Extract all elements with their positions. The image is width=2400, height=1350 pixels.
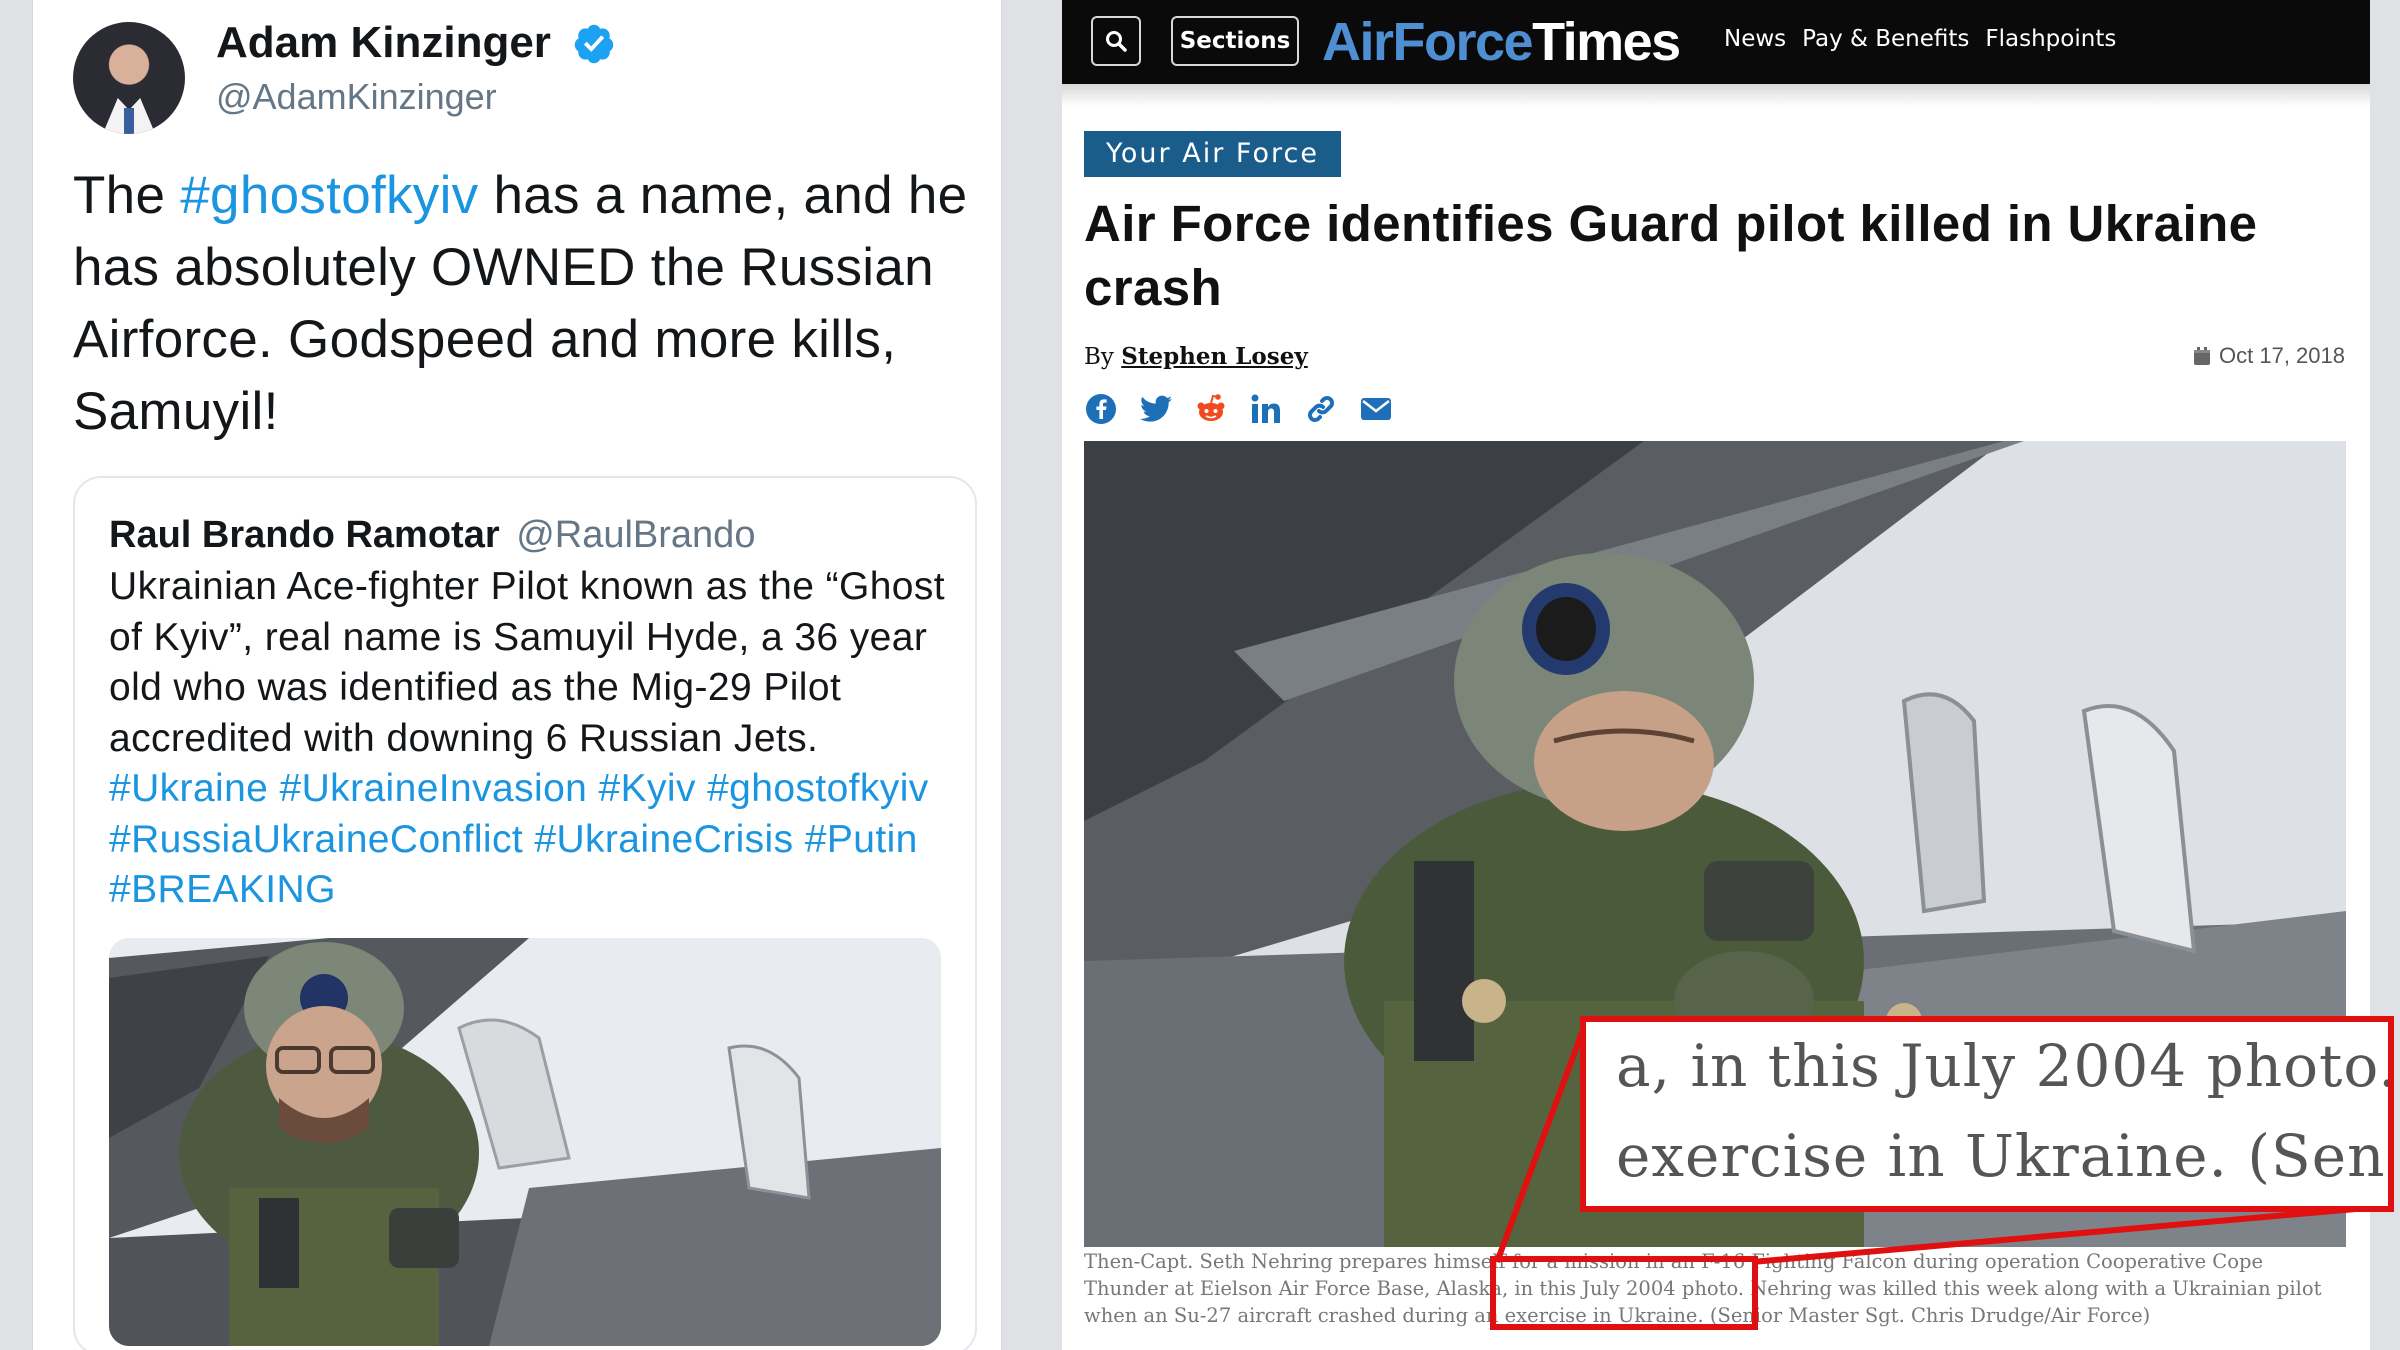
byline: By Stephen Losey [1084, 343, 1308, 370]
avatar[interactable] [73, 22, 185, 134]
quoted-tweet-text: Ukrainian Ace-fighter Pilot known as the… [109, 565, 946, 911]
article-headline: Air Force identifies Guard pilot killed … [1084, 195, 2258, 316]
tweet-text: The #ghostofkyiv has a name, and he has … [73, 166, 968, 441]
share-bar [1084, 392, 1393, 426]
nav-news[interactable]: News [1724, 26, 1786, 52]
quoted-tweet-card[interactable]: Raul Brando Ramotar @RaulBrando Ukrainia… [73, 476, 977, 1350]
nav-pay-benefits[interactable]: Pay & Benefits [1802, 26, 1969, 52]
email-share-icon[interactable] [1359, 392, 1393, 426]
reddit-share-icon[interactable] [1194, 392, 1228, 426]
byline-author-link[interactable]: Stephen Losey [1121, 343, 1308, 370]
facebook-share-icon[interactable] [1084, 392, 1118, 426]
zoom-text-line-1: a, in this July 2004 photo. N [1616, 1032, 2394, 1100]
site-header: Sections AirForceTimes News Pay & Benefi… [1062, 0, 2370, 84]
sections-button[interactable]: Sections [1171, 16, 1299, 66]
tweet-author-handle[interactable]: @AdamKinzinger [216, 76, 497, 118]
verified-badge-icon [574, 24, 614, 64]
quoted-hashtags[interactable]: #Ukraine #UkraineInvasion #Kyiv #ghostof… [109, 767, 929, 911]
search-icon [1106, 31, 1127, 52]
search-button[interactable] [1091, 16, 1141, 66]
caption-highlight-box [1490, 1256, 1758, 1330]
nav-flashpoints[interactable]: Flashpoints [1985, 26, 2116, 52]
main-nav: News Pay & Benefits Flashpoints [1724, 26, 2116, 52]
tweet-author-name[interactable]: Adam Kinzinger [216, 18, 551, 68]
quoted-tweet-photo[interactable] [109, 938, 941, 1346]
copy-link-icon[interactable] [1304, 392, 1338, 426]
pilot-cockpit-image [109, 938, 941, 1346]
linkedin-share-icon[interactable] [1249, 392, 1283, 426]
caption-zoom-callout: a, in this July 2004 photo. N exercise i… [1580, 1016, 2394, 1212]
quoted-tweet-header: Raul Brando Ramotar @RaulBrando [109, 514, 755, 557]
category-tag[interactable]: Your Air Force [1084, 131, 1341, 177]
publish-date: Oct 17, 2018 [2193, 343, 2345, 369]
quoted-author-name[interactable]: Raul Brando Ramotar [109, 514, 500, 556]
twitter-share-icon[interactable] [1139, 392, 1173, 426]
zoom-text-line-2: exercise in Ukraine. (Sen [1616, 1122, 2386, 1190]
hashtag-link[interactable]: #ghostofkyiv [180, 166, 478, 225]
calendar-icon [2194, 347, 2211, 365]
site-logo[interactable]: AirForceTimes [1322, 10, 1681, 74]
header-shadow [1062, 84, 2370, 106]
quoted-author-handle[interactable]: @RaulBrando [516, 514, 755, 556]
tweet-panel: Adam Kinzinger @AdamKinzinger The #ghost… [32, 0, 1002, 1350]
